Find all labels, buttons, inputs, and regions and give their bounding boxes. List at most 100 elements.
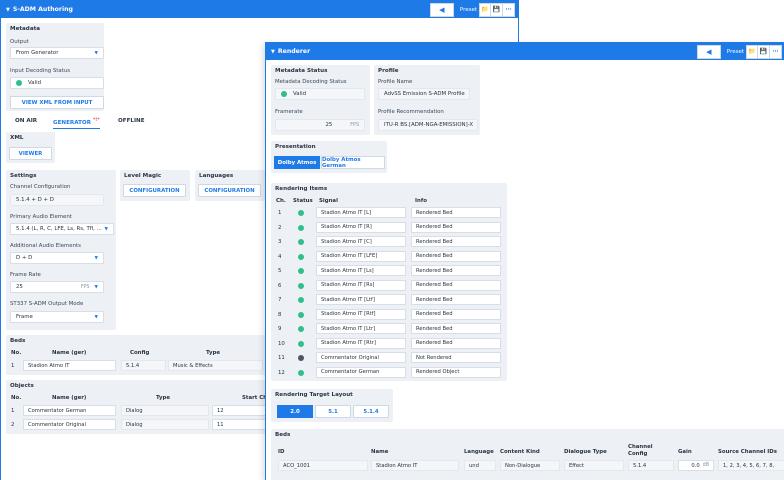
view-xml-button[interactable]: VIEW XML FROM INPUT	[10, 96, 104, 109]
objects-header-type: Type	[156, 395, 171, 401]
open-folder-button[interactable]: 📁	[746, 44, 758, 59]
ri-header-info: Info	[415, 198, 427, 204]
rendering-item-ch: 8	[278, 311, 282, 318]
collapse-caret-icon[interactable]: ▼	[271, 49, 275, 55]
target-layout-option-label: 5.1.4	[363, 408, 379, 415]
rendering-item-info: Rendered Bed	[411, 323, 501, 334]
renderer-titlebar: ▼ Renderer ◀ Preset 📁 💾 ⋯	[266, 43, 784, 60]
rendering-item-row: 3 Stadion Atmo IT [C] Rendered Bed	[271, 236, 507, 250]
back-button[interactable]: ◀	[429, 2, 454, 17]
rendering-item-row: 5 Stadion Atmo IT [Ls] Rendered Bed	[271, 265, 507, 279]
objects-panel: Objects No. Name (ger) Type Start Ch 1 C…	[6, 380, 268, 434]
beds-row-config: 5.1.4	[121, 360, 166, 371]
rb-row-gain-text: 0.0	[691, 462, 700, 469]
channel-config-label: Channel Configuration	[10, 184, 71, 190]
tab-generator-label: GENERATOR	[53, 119, 91, 126]
folder-icon: 📁	[748, 48, 756, 55]
primary-audio-select[interactable]: 5.1.4 (L, R, C, LFE, Ls, Rs, Tfl, ... ▼	[10, 223, 114, 235]
rb-row-name: Stadion Atmo IT	[371, 460, 459, 471]
more-button[interactable]: ⋯	[770, 44, 782, 59]
profile-name-value: AdvSS Emission S-ADM Profile	[384, 91, 465, 97]
save-button[interactable]: 💾	[758, 44, 770, 59]
status-inactive-icon	[298, 355, 304, 361]
rendering-item-row: 9 Stadion Atmo IT [Ltr] Rendered Bed	[271, 323, 507, 337]
open-folder-button[interactable]: 📁	[479, 2, 491, 17]
status-active-icon	[298, 224, 304, 231]
rendering-item-signal: Stadion Atmo IT [LFE]	[316, 250, 406, 262]
rendering-item-info-text: Rendered Bed	[416, 238, 453, 245]
additional-audio-select[interactable]: D + D ▼	[10, 252, 104, 264]
rendering-item-ch: 6	[278, 282, 282, 289]
status-active-icon	[298, 340, 304, 347]
beds-row-name[interactable]: Stadion Atmo IT	[23, 360, 116, 371]
rendering-item-signal-text: Commentator Original	[321, 354, 379, 361]
rb-row-name-text: Stadion Atmo IT	[376, 462, 418, 469]
collapse-caret-icon[interactable]: ▼	[6, 7, 10, 13]
presentation-option-dolby-atmos-german[interactable]: Dolby Atmos German	[321, 156, 385, 169]
objects-row-name-text: Commentator German	[28, 407, 87, 414]
rendering-item-ch: 10	[278, 340, 285, 347]
rendering-item-ch: 7	[278, 297, 282, 303]
additional-audio-value: D + D	[16, 255, 33, 261]
target-layout-option-5-1[interactable]: 5.1	[315, 405, 351, 418]
frame-rate-select[interactable]: 25 FPS ▼	[10, 281, 104, 293]
rendering-item-info: Rendered Bed	[411, 236, 501, 247]
rb-row-id: ACO_1001	[278, 460, 368, 471]
authoring-titlebar: ▼ S-ADM Authoring ◀ Preset 📁 💾 ⋯	[1, 1, 518, 18]
presentation-option-dolby-atmos[interactable]: Dolby Atmos	[274, 156, 320, 169]
more-icon: ⋯	[505, 6, 512, 13]
level-magic-panel: Level Magic CONFIGURATION	[120, 170, 190, 201]
languages-config-button[interactable]: CONFIGURATION	[198, 184, 261, 197]
frame-rate-label: Frame Rate	[10, 272, 41, 278]
beds-header-name: Name (ger)	[52, 350, 87, 356]
channel-config-field: 5.1.4 + D + D	[10, 194, 104, 206]
save-button[interactable]: 💾	[491, 2, 503, 17]
rendering-item-row: 7 Stadion Atmo IT [Ltf] Rendered Bed	[271, 294, 507, 308]
tab-on-air[interactable]: ON AIR	[15, 118, 37, 124]
output-select[interactable]: From Generator ▼	[10, 47, 104, 59]
viewer-button[interactable]: VIEWER	[9, 147, 52, 160]
status-active-icon	[298, 297, 304, 303]
objects-row-start-text: 12	[217, 407, 224, 414]
rb-row-gain[interactable]: 0.0 dB	[678, 460, 714, 471]
status-active-icon	[298, 239, 304, 245]
rendering-item-info-text: Rendered Bed	[416, 325, 453, 332]
metadata-panel: Metadata Output From Generator ▼ Input D…	[6, 23, 104, 111]
rb-row-id-text: ACO_1001	[283, 462, 310, 469]
tab-generator[interactable]: GENERATOR *!*	[53, 118, 100, 129]
rendering-item-ch: 5	[278, 268, 282, 274]
rb-header-dialogue-type: Dialogue Type	[564, 449, 607, 455]
primary-audio-value: 5.1.4 (L, R, C, LFE, Ls, Rs, Tfl, ...	[16, 226, 102, 232]
objects-row-name[interactable]: Commentator German	[23, 405, 116, 416]
more-button[interactable]: ⋯	[503, 2, 515, 17]
output-mode-select[interactable]: Frame ▼	[10, 311, 104, 323]
level-magic-config-button[interactable]: CONFIGURATION	[123, 184, 186, 197]
objects-row-name-text: Commentator Original	[28, 421, 86, 428]
rendering-item-row: 6 Stadion Atmo IT [Rs] Rendered Bed	[271, 279, 507, 294]
input-decoding-label: Input Decoding Status	[10, 68, 71, 74]
target-layout-option-5-1-4[interactable]: 5.1.4	[353, 405, 389, 418]
objects-row-name[interactable]: Commentator Original	[23, 419, 116, 430]
ri-header-signal: Signal	[319, 198, 338, 204]
objects-row-type: Dialog	[121, 405, 209, 416]
tab-offline[interactable]: OFFLINE	[118, 118, 145, 124]
metadata-decoding-label: Metadata Decoding Status	[275, 79, 347, 85]
status-active-icon	[298, 253, 304, 260]
presentation-option-label: Dolby Atmos	[277, 159, 317, 166]
back-button[interactable]: ◀	[696, 44, 721, 59]
objects-row-start[interactable]: 12	[212, 405, 266, 416]
objects-row-start[interactable]: 11	[212, 419, 266, 430]
status-active-icon	[298, 369, 304, 376]
preset-label: Preset	[726, 48, 744, 55]
target-layout-option-2-0[interactable]: 2.0	[277, 405, 313, 418]
output-label: Output	[10, 39, 29, 45]
input-decoding-value: Valid	[28, 80, 41, 86]
profile-recommendation-value: ITU-R BS.[ADM-NGA-EMISSION]-X	[384, 122, 474, 128]
profile-panel: Profile Profile Name AdvSS Emission S-AD…	[374, 65, 480, 135]
objects-header-name: Name (ger)	[52, 395, 87, 401]
rendering-item-signal: Commentator German	[316, 366, 406, 378]
status-active-icon	[298, 282, 304, 289]
objects-title: Objects	[10, 383, 34, 389]
rb-row-language-text: und	[469, 462, 479, 469]
status-valid-icon	[16, 80, 22, 86]
